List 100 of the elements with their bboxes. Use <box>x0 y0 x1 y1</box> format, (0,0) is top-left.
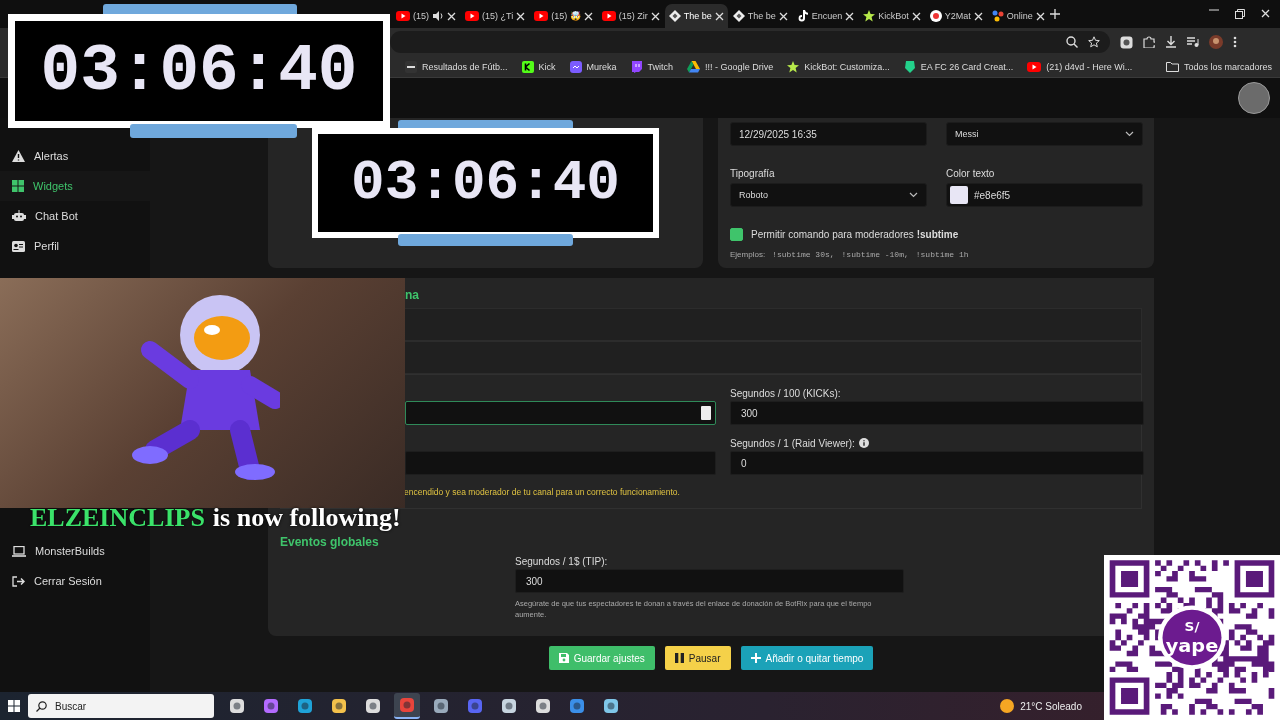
menu-icon[interactable] <box>1233 36 1237 48</box>
zoom-icon[interactable] <box>1066 36 1078 48</box>
example-command: !subtime 30s, <box>772 250 835 259</box>
logo-badge <box>1157 605 1227 670</box>
pause-icon <box>674 653 684 663</box>
restore-icon[interactable] <box>1235 9 1245 19</box>
puzzle-icon[interactable] <box>1143 36 1155 48</box>
countdown-timer: 03:06:40 <box>312 128 659 238</box>
logout-icon <box>12 575 25 587</box>
input-field[interactable] <box>405 451 716 475</box>
style-select[interactable]: Messi <box>946 122 1143 146</box>
download-icon[interactable] <box>1165 36 1177 48</box>
robot-icon <box>12 210 26 222</box>
close-icon[interactable] <box>778 11 788 21</box>
input-field[interactable]: 300 <box>730 401 1144 425</box>
pause-button[interactable]: Pausar <box>664 646 731 670</box>
weather-text[interactable]: 21°C Soleado <box>1020 700 1082 712</box>
speech-bubble-icon[interactable] <box>630 60 643 73</box>
plus-icon[interactable] <box>1049 9 1060 19</box>
profile-icon[interactable] <box>1209 35 1223 49</box>
sidebar-item[interactable]: Cerrar Sesión <box>0 566 150 596</box>
sidebar-item[interactable]: Perfil <box>0 231 150 261</box>
checkbox-label: Permitir comando para moderadores !subtime <box>751 229 959 240</box>
close-icon[interactable] <box>447 11 456 21</box>
input-field[interactable]: 300 <box>515 569 904 593</box>
music-note-icon <box>796 10 809 22</box>
date-field[interactable]: 12/29/2025 16:35 <box>730 122 927 146</box>
play-icon <box>534 9 549 23</box>
sidebar-item[interactable]: Alertas <box>0 141 150 171</box>
shield-icon[interactable] <box>903 60 916 73</box>
checkbox[interactable] <box>730 228 743 241</box>
warning-icon <box>12 150 25 162</box>
font-select[interactable]: Roboto <box>730 183 927 207</box>
field-label: Segundos / 100 (KICKs): <box>730 387 841 399</box>
close-icon[interactable] <box>1035 11 1045 21</box>
field-label: Tipografía <box>730 168 776 179</box>
triangle-icon[interactable] <box>687 60 701 73</box>
diamond-icon <box>668 10 681 22</box>
sidebar-item[interactable]: MonsterBuilds <box>0 536 150 566</box>
bookmark-link[interactable]: KickBot: Customiza... <box>804 61 890 72</box>
bookmark-link[interactable]: Todos los marcadores <box>1183 61 1272 72</box>
bookmark-link[interactable]: !!! - Google Drive <box>705 61 774 72</box>
input-field[interactable] <box>405 401 716 425</box>
browser-tab[interactable]: (15) <box>392 4 460 28</box>
browser-tab[interactable]: Online <box>987 4 1049 28</box>
input-field[interactable]: 0 <box>730 451 1144 475</box>
sidebar-item[interactable]: Widgets <box>0 171 150 201</box>
browser-tab[interactable]: Encuen <box>792 4 859 28</box>
search-field[interactable]: Buscar <box>28 694 214 718</box>
browser-tab[interactable]: (15) ¿Ti <box>461 4 530 28</box>
floppy-icon <box>558 653 569 663</box>
windows-icon[interactable] <box>8 700 20 712</box>
color-field[interactable]: #e8e6f5 <box>946 183 1143 207</box>
bookmark-link[interactable]: EA FC 26 Card Creat... <box>920 61 1014 72</box>
grid-icon <box>12 180 24 192</box>
plus-icon <box>750 653 761 663</box>
close-icon[interactable] <box>583 11 593 21</box>
countdown-timer: 03:06:40 <box>8 14 390 128</box>
caret-icon <box>1125 131 1134 137</box>
browser-tab[interactable]: Y2Mat <box>925 4 987 28</box>
play-icon <box>396 9 410 23</box>
browser-tab[interactable]: (15) Zir <box>597 4 664 28</box>
example-command: !subtime 1h <box>915 250 969 259</box>
play-icon[interactable] <box>1027 59 1042 74</box>
close-icon[interactable] <box>516 11 526 21</box>
color-swatch[interactable] <box>950 186 968 204</box>
laptop-icon <box>12 545 26 557</box>
avatar[interactable] <box>1238 82 1270 114</box>
playlist-icon[interactable] <box>1187 36 1199 48</box>
bookmark-link[interactable]: Mureka <box>586 61 617 72</box>
close-icon[interactable] <box>911 11 921 21</box>
star-icon[interactable] <box>787 60 800 73</box>
field-label: Segundos / 1$ (TIP): <box>515 554 609 569</box>
sidebar-item[interactable]: Chat Bot <box>0 201 150 231</box>
close-icon[interactable] <box>714 11 724 21</box>
dots-icon <box>991 10 1004 22</box>
square-icon[interactable] <box>569 60 582 73</box>
close-icon[interactable] <box>650 11 660 21</box>
square-icon[interactable] <box>521 60 534 73</box>
address-field[interactable] <box>390 31 1110 53</box>
diamond-icon <box>732 10 745 22</box>
browser-tab[interactable]: (15) 🤯 <box>530 4 597 28</box>
bookmark-link[interactable]: Kick <box>538 61 556 72</box>
browser-tab[interactable]: The be <box>664 4 728 28</box>
browser-tab[interactable]: The be <box>728 4 792 28</box>
square-icon[interactable] <box>405 60 417 73</box>
close-icon[interactable] <box>1261 9 1270 18</box>
close-icon[interactable] <box>973 11 983 21</box>
bookmark-link[interactable]: Twitch <box>647 61 674 72</box>
bookmark-link[interactable]: (21) d4vd - Here Wi... <box>1046 61 1133 72</box>
browser-tab[interactable]: KickBot <box>859 4 925 28</box>
star-outline-icon[interactable] <box>1088 36 1100 48</box>
close-icon[interactable] <box>845 11 855 21</box>
sun-icon <box>1000 699 1015 713</box>
circle-icon <box>929 10 942 22</box>
extension-icon[interactable] <box>1120 35 1133 49</box>
follower-name: ELZEINCLIPS <box>30 505 205 531</box>
search-icon <box>36 700 47 712</box>
bookmark-link[interactable]: Resultados de Fútb... <box>422 61 508 72</box>
field-label: Segundos / 1 (Raid Viewer): <box>730 437 855 449</box>
